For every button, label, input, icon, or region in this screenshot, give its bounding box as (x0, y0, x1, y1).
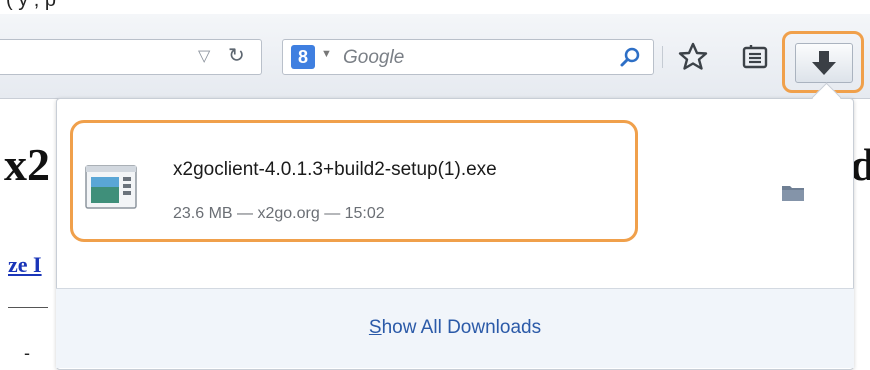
page-heading-left: x2 (4, 139, 50, 190)
folder-icon[interactable] (781, 182, 805, 202)
bookmark-star-button[interactable] (676, 40, 710, 74)
download-arrow-icon (812, 51, 836, 75)
page-dash: - (24, 343, 30, 363)
downloads-panel-footer: Show All Downloads (56, 288, 854, 368)
page-link[interactable]: ze I (8, 252, 42, 278)
download-item[interactable]: x2goclient-4.0.1.3+build2-setup(1).exe 2… (70, 120, 638, 242)
reading-list-button[interactable] (738, 40, 772, 74)
search-input[interactable]: Google (343, 47, 404, 69)
file-icon (85, 165, 137, 209)
reload-icon[interactable]: ↻ (228, 43, 245, 68)
search-bar[interactable]: 8 ▼ Google (282, 39, 654, 75)
show-all-accel: S (368, 317, 382, 338)
toolbar-separator (662, 46, 663, 68)
page-top-text: ( y , p (0, 0, 870, 14)
magnifier-icon[interactable] (619, 46, 641, 73)
page-divider (8, 307, 48, 308)
browser-toolbar: ▽ ↻ 8 ▼ Google (0, 14, 870, 99)
url-bar[interactable]: ▽ ↻ (0, 39, 262, 75)
show-all-downloads-button[interactable]: Show All Downloads (56, 317, 854, 339)
download-filename: x2goclient-4.0.1.3+build2-setup(1).exe (173, 159, 497, 180)
dropdown-triangle-icon[interactable]: ▽ (198, 46, 210, 66)
show-all-label: how All Downloads (381, 317, 542, 338)
chevron-down-icon[interactable]: ▼ (321, 48, 332, 60)
downloads-button-face[interactable] (795, 43, 853, 83)
search-engine-icon[interactable]: 8 (291, 45, 315, 69)
top-text: ( y , p (6, 0, 57, 11)
reading-list-icon (742, 45, 768, 69)
downloads-button[interactable] (782, 31, 864, 93)
star-icon (678, 42, 708, 70)
download-meta: 23.6 MB — x2go.org — 15:02 (173, 205, 385, 222)
